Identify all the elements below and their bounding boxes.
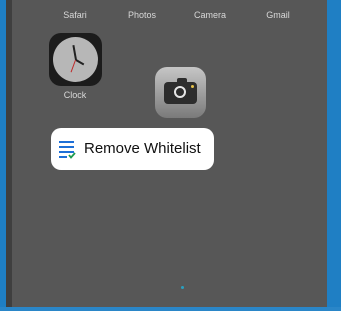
app-label-clock: Clock xyxy=(63,90,87,100)
frame-bottom-edge xyxy=(0,307,341,311)
app-label-safari: Safari xyxy=(63,10,87,20)
clock-app-icon[interactable] xyxy=(49,33,102,86)
camera-app-icon[interactable] xyxy=(155,67,206,118)
camera-icon xyxy=(164,78,197,104)
clock-face xyxy=(53,37,98,82)
app-label-camera: Camera xyxy=(193,10,227,20)
camera-bump xyxy=(177,78,187,83)
screen-left-shadow xyxy=(6,0,12,307)
page-indicator-dot xyxy=(181,286,184,289)
app-label-gmail: Gmail xyxy=(266,10,290,20)
app-label-photos: Photos xyxy=(127,10,157,20)
camera-lens xyxy=(174,86,186,98)
clock-hour-hand xyxy=(75,59,85,66)
camera-flash xyxy=(191,85,194,88)
remove-whitelist-label: Remove Whitelist xyxy=(84,140,201,157)
frame-right-edge xyxy=(327,0,341,311)
clock-second-hand xyxy=(70,59,76,73)
list-check-icon xyxy=(59,141,76,159)
remove-whitelist-popover[interactable]: Remove Whitelist xyxy=(51,128,214,170)
